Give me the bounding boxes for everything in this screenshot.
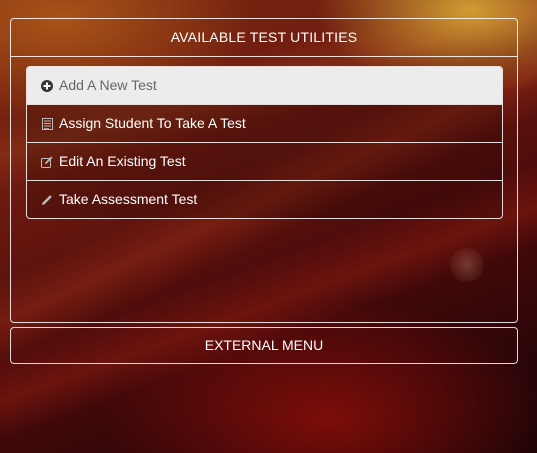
list-icon [40,117,54,131]
assign-student-label: Assign Student To Take A Test [59,115,246,131]
add-new-test-label: Add A New Test [59,77,157,93]
edit-existing-test-label: Edit An Existing Test [59,153,186,169]
plus-circle-icon [40,79,54,93]
external-menu-button[interactable]: EXTERNAL MENU [10,327,518,364]
take-assessment-item[interactable]: Take Assessment Test [27,180,502,218]
pencil-icon [40,193,54,207]
panel-heading: AVAILABLE TEST UTILITIES [11,19,517,57]
take-assessment-label: Take Assessment Test [59,191,198,207]
edit-existing-test-item[interactable]: Edit An Existing Test [27,142,502,180]
test-utilities-panel: AVAILABLE TEST UTILITIES Add A New Test [10,18,518,323]
edit-icon [40,155,54,169]
assign-student-item[interactable]: Assign Student To Take A Test [27,104,502,142]
utilities-list: Add A New Test Assign Student To Take A … [26,66,503,219]
add-new-test-item[interactable]: Add A New Test [27,67,502,104]
